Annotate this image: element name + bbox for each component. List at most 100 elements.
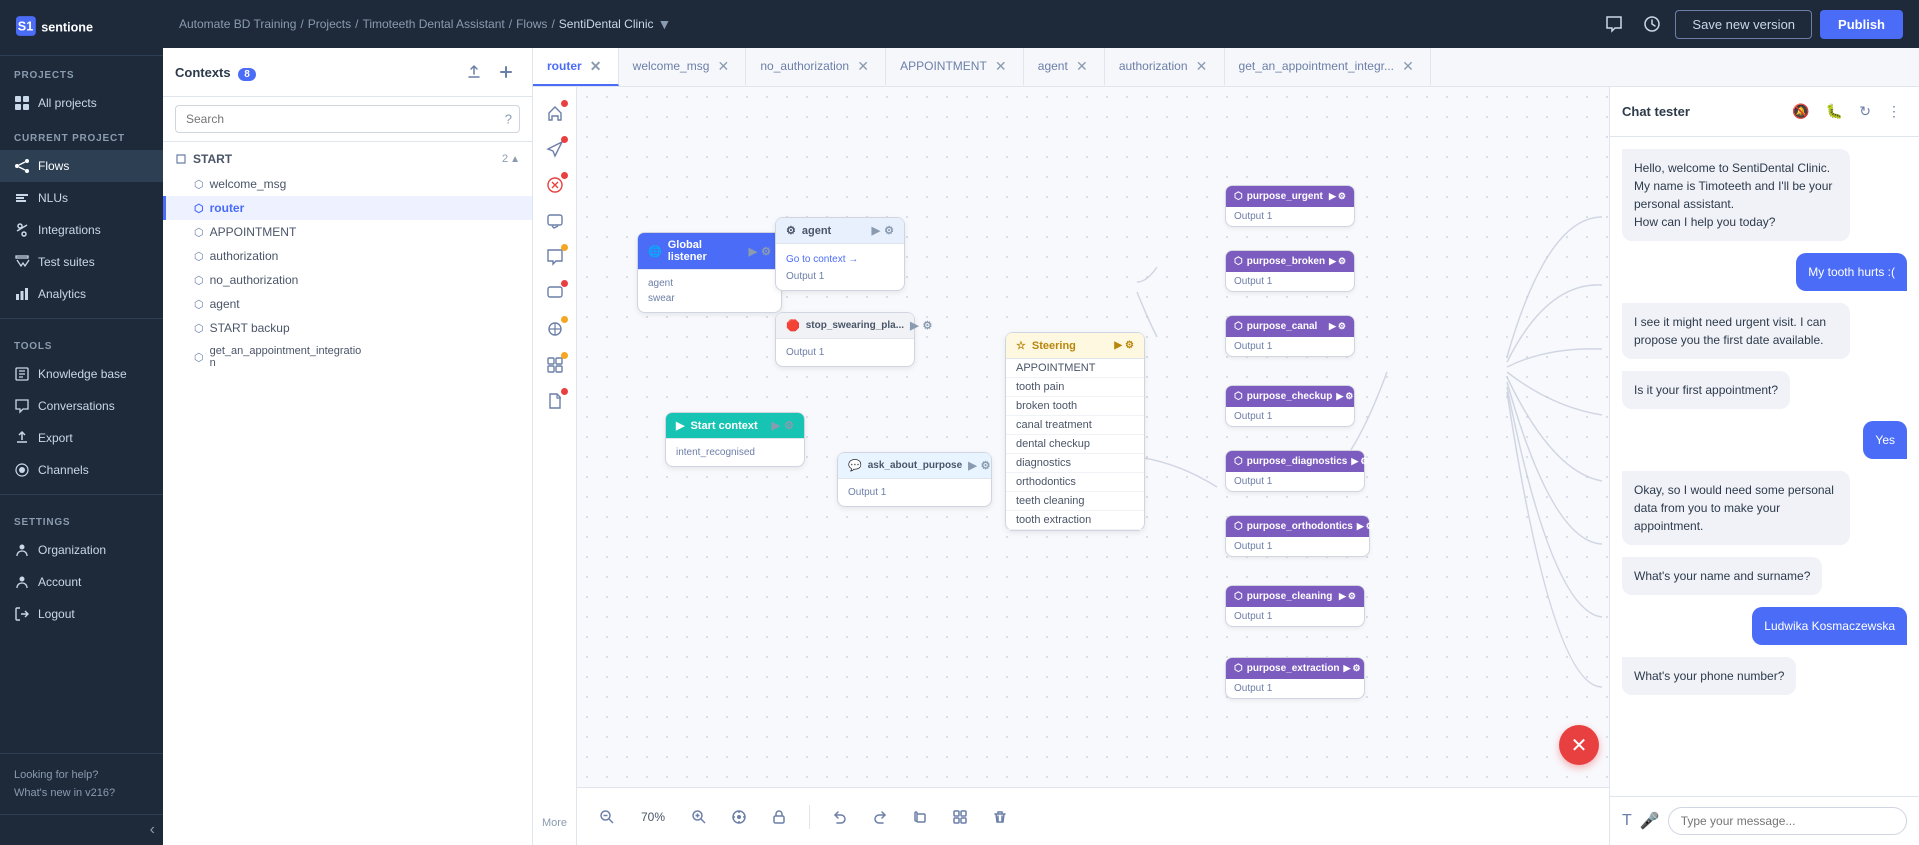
palette-grid[interactable] (539, 349, 571, 381)
tab-router[interactable]: router ✕ (533, 48, 619, 86)
save-button[interactable]: Save new version (1675, 10, 1812, 39)
play-icon-2[interactable]: ▶ (872, 224, 880, 237)
locate-button[interactable] (725, 803, 753, 831)
settings-icon[interactable]: ⚙ (761, 245, 771, 258)
sidebar-item-all-projects[interactable]: All projects (0, 87, 163, 119)
sidebar-item-channels[interactable]: Channels (0, 454, 163, 486)
flow-canvas[interactable]: 🌐 Global listener ▶ ⚙ agent swear (577, 87, 1609, 785)
settings-icon-c[interactable]: ⚙ (1338, 321, 1346, 332)
steering-node[interactable]: ☆ Steering ▶ ⚙ APPOINTMENT tooth p (1005, 332, 1145, 531)
undo-button[interactable] (826, 803, 854, 831)
mic-icon[interactable]: 🎤 (1640, 811, 1660, 831)
context-item-authorization[interactable]: ⬡ authorization (163, 244, 532, 268)
play-icon-3[interactable]: ▶ (910, 319, 918, 332)
play-icon-b[interactable]: ▶ (1329, 256, 1336, 267)
lock-button[interactable] (765, 803, 793, 831)
palette-msg2[interactable] (539, 277, 571, 309)
whats-new-link[interactable]: What's new in v216? (14, 784, 149, 802)
context-item-get-appointment[interactable]: ⬡ get_an_appointment_integration (163, 340, 532, 374)
help-link[interactable]: Looking for help? (14, 766, 149, 784)
settings-icon-4[interactable]: ⚙ (784, 419, 794, 432)
copy-button[interactable] (906, 803, 934, 831)
ask-purpose-node[interactable]: 💬 ask_about_purpose ▶ ⚙ Output 1 (837, 452, 992, 507)
sidebar-item-flows[interactable]: Flows (0, 150, 163, 182)
play-icon-5[interactable]: ▶ (968, 459, 976, 472)
settings-icon-3[interactable]: ⚙ (923, 319, 933, 332)
tab-welcome-msg[interactable]: welcome_msg ✕ (619, 48, 747, 86)
palette-home[interactable] (539, 97, 571, 129)
output-node-ortho[interactable]: ⬡ purpose_orthodontics ▶ ⚙ Output 1 (1225, 515, 1370, 557)
settings-icon-d[interactable]: ⚙ (1360, 456, 1368, 467)
collapse-button[interactable]: ‹ (150, 821, 155, 839)
context-item-agent[interactable]: ⬡ agent (163, 292, 532, 316)
search-input[interactable] (175, 105, 520, 133)
settings-icon-cl[interactable]: ⚙ (1348, 591, 1356, 602)
breadcrumb-2[interactable]: Projects (308, 17, 351, 31)
output-node-checkup[interactable]: ⬡ purpose_checkup ▶ ⚙ Output 1 (1225, 385, 1355, 427)
tab-close-no-auth[interactable]: ✕ (855, 58, 871, 74)
sidebar-item-integrations[interactable]: Integrations (0, 214, 163, 246)
context-item-welcome-msg[interactable]: ⬡ welcome_msg (163, 172, 532, 196)
tab-close-agent[interactable]: ✕ (1074, 58, 1090, 74)
output-node-cleaning[interactable]: ⬡ purpose_cleaning ▶ ⚙ Output 1 (1225, 585, 1365, 627)
tab-close-router[interactable]: ✕ (588, 58, 604, 74)
close-chat-button[interactable]: ✕ (1559, 725, 1599, 765)
tab-get-appointment[interactable]: get_an_appointment_integr... ✕ (1225, 48, 1431, 86)
agent-node[interactable]: ⚙ agent ▶ ⚙ Go to context → Output (775, 217, 905, 291)
tab-close-auth[interactable]: ✕ (1194, 58, 1210, 74)
search-help-icon[interactable]: ? (505, 112, 512, 127)
play-icon-ck[interactable]: ▶ (1336, 391, 1343, 402)
sidebar-item-nlus[interactable]: NLUs (0, 182, 163, 214)
tab-close-appointment[interactable]: ✕ (993, 58, 1009, 74)
context-item-appointment[interactable]: ⬡ APPOINTMENT (163, 220, 532, 244)
breadcrumb-dropdown[interactable]: ▼ (658, 16, 672, 32)
refresh-button[interactable]: ↻ (1853, 97, 1877, 126)
tab-authorization[interactable]: authorization ✕ (1105, 48, 1225, 86)
more-button[interactable]: ⋮ (1881, 97, 1907, 126)
upload-button[interactable] (460, 58, 488, 86)
settings-icon-6[interactable]: ⚙ (1125, 340, 1134, 351)
output-node-broken[interactable]: ⬡ purpose_broken ▶ ⚙ Output 1 (1225, 250, 1355, 292)
play-icon-cl[interactable]: ▶ (1339, 591, 1346, 602)
global-listener-node[interactable]: 🌐 Global listener ▶ ⚙ agent swear (637, 232, 782, 313)
sidebar-item-test-suites[interactable]: Test suites (0, 246, 163, 278)
context-item-start-backup[interactable]: ⬡ START backup (163, 316, 532, 340)
sidebar-item-conversations[interactable]: Conversations (0, 390, 163, 422)
sidebar-item-account[interactable]: Account (0, 566, 163, 598)
breadcrumb-1[interactable]: Automate BD Training (179, 17, 296, 31)
play-icon-4[interactable]: ▶ (772, 419, 780, 432)
sidebar-item-logout[interactable]: Logout (0, 598, 163, 630)
mute-button[interactable]: 🔕 (1786, 97, 1815, 126)
go-to-context[interactable]: Go to context → (786, 250, 894, 269)
play-icon-6[interactable]: ▶ (1114, 340, 1122, 351)
play-icon[interactable]: ▶ (749, 245, 757, 258)
output-node-extraction[interactable]: ⬡ purpose_extraction ▶ ⚙ Output 1 (1225, 657, 1365, 699)
palette-comment[interactable] (539, 241, 571, 273)
play-icon-ex[interactable]: ▶ (1344, 663, 1351, 674)
format-icon[interactable]: T (1622, 812, 1632, 830)
add-context-button[interactable] (492, 58, 520, 86)
settings-icon-b[interactable]: ⚙ (1338, 256, 1346, 267)
sidebar-item-analytics[interactable]: Analytics (0, 278, 163, 310)
zoom-in-button[interactable] (685, 803, 713, 831)
stop-swearing-node[interactable]: 🛑 stop_swearing_pla... ▶ ⚙ Output 1 (775, 312, 915, 367)
bug-button[interactable]: 🐛 (1820, 97, 1849, 126)
palette-steer[interactable] (539, 313, 571, 345)
sidebar-item-export[interactable]: Export (0, 422, 163, 454)
output-node-urgent[interactable]: ⬡ purpose_urgent ▶ ⚙ Output 1 (1225, 185, 1355, 227)
output-node-canal[interactable]: ⬡ purpose_canal ▶ ⚙ Output 1 (1225, 315, 1355, 357)
settings-icon-2[interactable]: ⚙ (884, 224, 894, 237)
start-context-node[interactable]: ▶ Start context ▶ ⚙ intent_recognised (665, 412, 805, 467)
play-icon-c[interactable]: ▶ (1329, 321, 1336, 332)
output-node-diag[interactable]: ⬡ purpose_diagnostics ▶ ⚙ Output 1 (1225, 450, 1365, 492)
tab-close-welcome-msg[interactable]: ✕ (715, 58, 731, 74)
play-icon-d[interactable]: ▶ (1351, 456, 1358, 467)
publish-button[interactable]: Publish (1820, 10, 1903, 39)
settings-icon-ck[interactable]: ⚙ (1345, 391, 1353, 402)
settings-icon-ex[interactable]: ⚙ (1352, 663, 1360, 674)
tab-no-authorization[interactable]: no_authorization ✕ (746, 48, 886, 86)
play-icon-u[interactable]: ▶ (1329, 191, 1336, 202)
breadcrumb-3[interactable]: Timoteeth Dental Assistant (362, 17, 504, 31)
breadcrumb-4[interactable]: Flows (516, 17, 547, 31)
chat-icon-button[interactable] (1599, 9, 1629, 39)
